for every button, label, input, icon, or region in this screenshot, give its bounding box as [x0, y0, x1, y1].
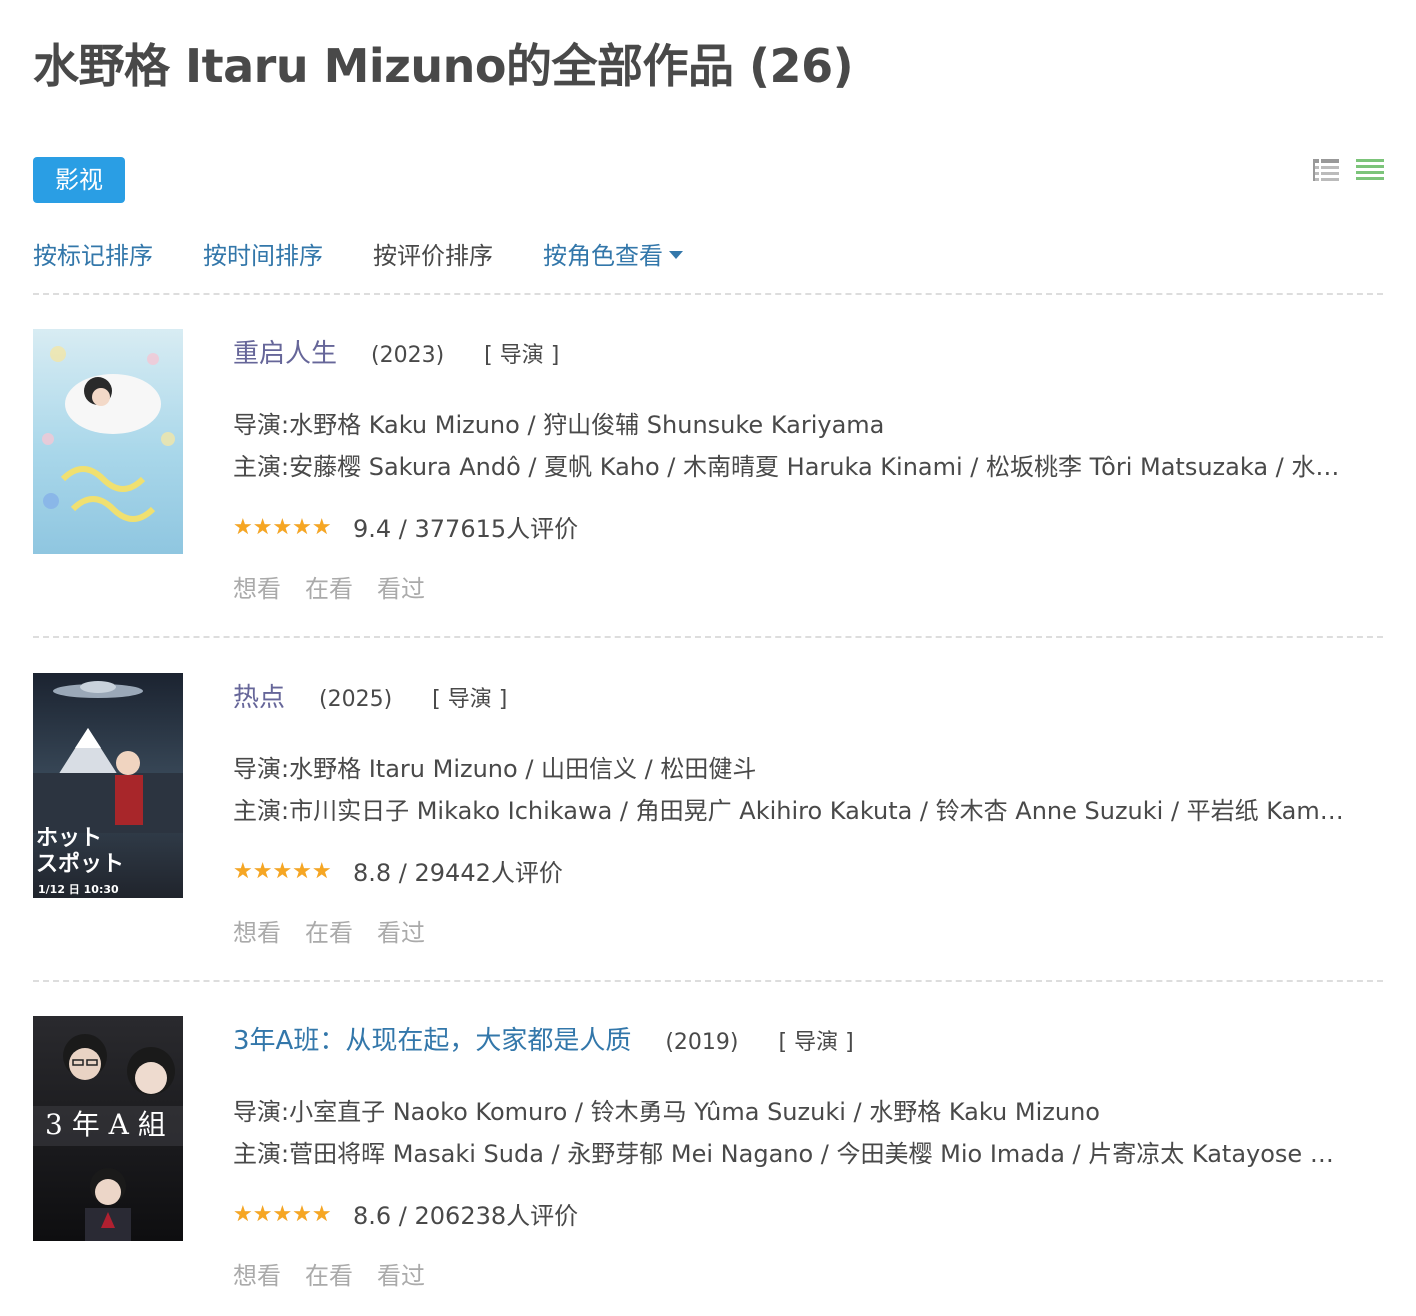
tab-movies[interactable]: 影视 — [33, 157, 125, 203]
cast-line: 主演:市川实日子 Mikako Ichikawa / 角田晃广 Akihiro … — [233, 791, 1383, 826]
list-item: 3 年 A 組 3年A班：从现在起，大家都是人质 (2019) [ 导演 ] 导演:… — [33, 1016, 1383, 1316]
svg-text:ホット: ホット — [36, 826, 102, 851]
item-title: 3年A班：从现在起，大家都是人质 — [233, 1026, 632, 1056]
item-role: [ 导演 ] — [432, 687, 508, 712]
list-view-icon[interactable] — [1313, 158, 1341, 184]
item-title-link[interactable]: 重启人生 (2023) [ 导演 ] — [233, 333, 559, 370]
directors-label: 导演: — [233, 755, 290, 783]
item-title: 热点 — [233, 683, 286, 713]
poster-image[interactable] — [33, 329, 183, 554]
rating-text: 9.4 / 377615人评价 — [353, 515, 579, 543]
item-year: (2019) — [665, 1030, 739, 1055]
rating: ★★★★★ ★★★★★ 9.4 / 377615人评价 — [233, 509, 578, 544]
cast-label: 主演: — [233, 453, 290, 481]
view-by-role-label: 按角色查看 — [543, 242, 663, 270]
rating-stars-icon: ★★★★★ ★★★★★ — [233, 1203, 332, 1227]
mark-actions: 想看 在看 看过 — [233, 569, 449, 604]
directors-label: 导演: — [233, 411, 290, 439]
svg-text:1/12 日 10:30: 1/12 日 10:30 — [38, 883, 119, 896]
cast-label: 主演: — [233, 1140, 290, 1168]
want-to-watch-button[interactable]: 想看 — [233, 1262, 281, 1290]
divider — [33, 293, 1383, 295]
watched-button[interactable]: 看过 — [377, 1262, 425, 1290]
cast-value: 安藤樱 Sakura Andô / 夏帆 Kaho / 木南晴夏 Haruka … — [289, 453, 1340, 481]
item-title-link[interactable]: 热点 (2025) [ 导演 ] — [233, 677, 507, 714]
poster-image[interactable]: ホット スポット 1/12 日 10:30 — [33, 673, 183, 898]
item-role: [ 导演 ] — [778, 1030, 854, 1055]
directors-value: 水野格 Kaku Mizuno / 狩山俊辅 Shunsuke Kariyama — [289, 411, 885, 439]
mark-actions: 想看 在看 看过 — [233, 1256, 449, 1291]
directors-value: 小室直子 Naoko Komuro / 铃木勇马 Yûma Suzuki / 水… — [289, 1098, 1100, 1126]
rating-stars-icon: ★★★★★ ★★★★★ — [233, 516, 332, 540]
list-item: ホット スポット 1/12 日 10:30 热点 (2025) [ 导演 ] 导演:… — [33, 673, 1383, 973]
page-title: 水野格 Itaru Mizuno的全部作品 (26) — [33, 39, 854, 93]
chevron-down-icon — [669, 251, 683, 259]
directors-value: 水野格 Itaru Mizuno / 山田信义 / 松田健斗 — [289, 755, 757, 783]
divider — [33, 636, 1383, 638]
svg-text:スポット: スポット — [36, 851, 124, 877]
watched-button[interactable]: 看过 — [377, 575, 425, 603]
watching-button[interactable]: 在看 — [305, 575, 353, 603]
cast-value: 市川实日子 Mikako Ichikawa / 角田晃广 Akihiro Kak… — [289, 797, 1344, 825]
cast-line: 主演:菅田将晖 Masaki Suda / 永野芽郁 Mei Nagano / … — [233, 1134, 1383, 1169]
item-year: (2025) — [319, 687, 393, 712]
rating: ★★★★★ ★★★★★ 8.6 / 206238人评价 — [233, 1196, 578, 1231]
directors-label: 导演: — [233, 1098, 290, 1126]
poster-image[interactable]: 3 年 A 組 — [33, 1016, 183, 1241]
directors-line: 导演:水野格 Kaku Mizuno / 狩山俊辅 Shunsuke Kariy… — [233, 405, 1383, 440]
directors-line: 导演:水野格 Itaru Mizuno / 山田信义 / 松田健斗 — [233, 749, 1383, 784]
directors-line: 导演:小室直子 Naoko Komuro / 铃木勇马 Yûma Suzuki … — [233, 1092, 1383, 1127]
mark-actions: 想看 在看 看过 — [233, 913, 449, 948]
list-item: 重启人生 (2023) [ 导演 ] 导演:水野格 Kaku Mizuno / 狩山… — [33, 329, 1383, 629]
cast-value: 菅田将晖 Masaki Suda / 永野芽郁 Mei Nagano / 今田美… — [289, 1140, 1334, 1168]
rating-stars-icon: ★★★★★ ★★★★★ — [233, 860, 332, 884]
sort-by-mark-link[interactable]: 按标记排序 — [33, 236, 153, 271]
item-title: 重启人生 — [233, 339, 338, 369]
item-title-link[interactable]: 3年A班：从现在起，大家都是人质 (2019) [ 导演 ] — [233, 1020, 854, 1057]
watching-button[interactable]: 在看 — [305, 919, 353, 947]
want-to-watch-button[interactable]: 想看 — [233, 575, 281, 603]
watching-button[interactable]: 在看 — [305, 1262, 353, 1290]
rating: ★★★★★ ★★★★★ 8.8 / 29442人评价 — [233, 853, 563, 888]
want-to-watch-button[interactable]: 想看 — [233, 919, 281, 947]
rating-text: 8.6 / 206238人评价 — [353, 1202, 579, 1230]
svg-text:3 年 A 組: 3 年 A 組 — [45, 1108, 166, 1141]
sort-by-rating-link[interactable]: 按评价排序 — [373, 236, 493, 271]
detail-view-icon[interactable] — [1356, 158, 1384, 184]
cast-line: 主演:安藤樱 Sakura Andô / 夏帆 Kaho / 木南晴夏 Haru… — [233, 447, 1383, 482]
rating-text: 8.8 / 29442人评价 — [353, 859, 563, 887]
cast-label: 主演: — [233, 797, 290, 825]
watched-button[interactable]: 看过 — [377, 919, 425, 947]
item-role: [ 导演 ] — [484, 343, 560, 368]
item-year: (2023) — [371, 343, 445, 368]
view-by-role-dropdown[interactable]: 按角色查看 — [543, 236, 683, 271]
divider — [33, 980, 1383, 982]
sort-by-time-link[interactable]: 按时间排序 — [203, 236, 323, 271]
